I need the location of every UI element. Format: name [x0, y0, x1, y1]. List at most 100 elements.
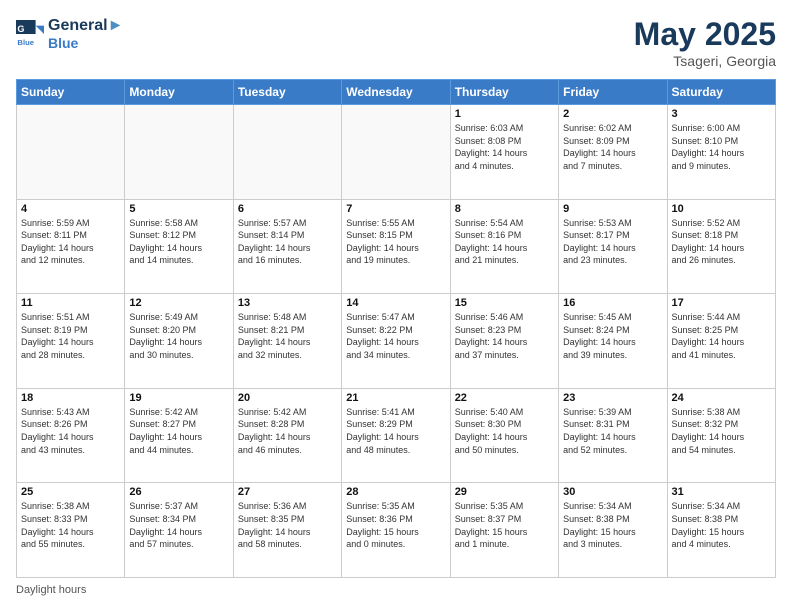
calendar-day-cell: 16 Sunrise: 5:45 AM Sunset: 8:24 PM Dayli… [559, 294, 667, 389]
calendar-day-cell: 24Sunrise: 5:38 AM Sunset: 8:32 PM Dayli… [667, 388, 775, 483]
calendar-day-cell: 23 Sunrise: 5:39 AM Sunset: 8:31 PM Dayli… [559, 388, 667, 483]
day-info: Sunrise: 5:37 AM Sunset: 8:34 PM Dayligh… [129, 500, 228, 550]
calendar-day-cell: 3Sunrise: 6:00 AM Sunset: 8:10 PM Daylig… [667, 105, 775, 200]
day-info: Sunrise: 5:52 AM Sunset: 8:18 PM Dayligh… [672, 217, 771, 267]
calendar-day-cell: 18 Sunrise: 5:43 AM Sunset: 8:26 PM Dayli… [17, 388, 125, 483]
calendar-week-row: 1 Sunrise: 6:03 AM Sunset: 8:08 PM Daylig… [17, 105, 776, 200]
day-number: 1 [455, 108, 554, 120]
day-number: 18 [21, 392, 120, 404]
day-info: Sunrise: 5:46 AM Sunset: 8:23 PM Dayligh… [455, 311, 554, 361]
day-info: Sunrise: 5:54 AM Sunset: 8:16 PM Dayligh… [455, 217, 554, 267]
calendar-day-cell: 8 Sunrise: 5:54 AM Sunset: 8:16 PM Daylig… [450, 199, 558, 294]
day-number: 9 [563, 203, 662, 215]
calendar-day-cell [125, 105, 233, 200]
calendar-header-cell: Saturday [667, 80, 775, 105]
day-number: 13 [238, 297, 337, 309]
calendar-day-cell [342, 105, 450, 200]
day-number: 14 [346, 297, 445, 309]
day-number: 11 [21, 297, 120, 309]
day-number: 19 [129, 392, 228, 404]
calendar-header-cell: Monday [125, 80, 233, 105]
day-info: Sunrise: 5:39 AM Sunset: 8:31 PM Dayligh… [563, 406, 662, 456]
day-number: 8 [455, 203, 554, 215]
day-number: 6 [238, 203, 337, 215]
calendar-day-cell: 1 Sunrise: 6:03 AM Sunset: 8:08 PM Daylig… [450, 105, 558, 200]
calendar-header-row: SundayMondayTuesdayWednesdayThursdayFrid… [17, 80, 776, 105]
calendar-week-row: 18 Sunrise: 5:43 AM Sunset: 8:26 PM Dayli… [17, 388, 776, 483]
day-number: 20 [238, 392, 337, 404]
logo-icon: G Blue [16, 20, 44, 48]
day-info: Sunrise: 5:35 AM Sunset: 8:37 PM Dayligh… [455, 500, 554, 550]
day-info: Sunrise: 5:48 AM Sunset: 8:21 PM Dayligh… [238, 311, 337, 361]
day-info: Sunrise: 5:47 AM Sunset: 8:22 PM Dayligh… [346, 311, 445, 361]
day-number: 17 [672, 297, 771, 309]
day-number: 12 [129, 297, 228, 309]
calendar-day-cell: 10 Sunrise: 5:52 AM Sunset: 8:18 PM Dayli… [667, 199, 775, 294]
svg-text:G: G [17, 24, 24, 34]
day-number: 2 [563, 108, 662, 120]
day-info: Sunrise: 5:42 AM Sunset: 8:27 PM Dayligh… [129, 406, 228, 456]
day-number: 25 [21, 486, 120, 498]
day-number: 30 [563, 486, 662, 498]
day-number: 7 [346, 203, 445, 215]
calendar-header-cell: Thursday [450, 80, 558, 105]
day-info: Sunrise: 5:38 AM Sunset: 8:32 PM Dayligh… [672, 406, 771, 456]
calendar-day-cell: 13 Sunrise: 5:48 AM Sunset: 8:21 PM Dayli… [233, 294, 341, 389]
calendar-day-cell: 22Sunrise: 5:40 AM Sunset: 8:30 PM Dayli… [450, 388, 558, 483]
page: G Blue General► Blue May 2025 Tsageri, G… [0, 0, 792, 612]
day-number: 23 [563, 392, 662, 404]
calendar-day-cell: 27Sunrise: 5:36 AM Sunset: 8:35 PM Dayli… [233, 483, 341, 578]
calendar-day-cell: 26 Sunrise: 5:37 AM Sunset: 8:34 PM Dayli… [125, 483, 233, 578]
title-block: May 2025 Tsageri, Georgia [634, 16, 776, 69]
day-info: Sunrise: 5:35 AM Sunset: 8:36 PM Dayligh… [346, 500, 445, 550]
day-number: 26 [129, 486, 228, 498]
calendar-day-cell: 7Sunrise: 5:55 AM Sunset: 8:15 PM Daylig… [342, 199, 450, 294]
day-number: 16 [563, 297, 662, 309]
month-title: May 2025 [634, 16, 776, 53]
day-number: 21 [346, 392, 445, 404]
logo-text: General► Blue [48, 16, 123, 52]
svg-text:Blue: Blue [17, 38, 34, 47]
calendar-day-cell: 30Sunrise: 5:34 AM Sunset: 8:38 PM Dayli… [559, 483, 667, 578]
calendar-day-cell: 12 Sunrise: 5:49 AM Sunset: 8:20 PM Dayli… [125, 294, 233, 389]
day-info: Sunrise: 5:41 AM Sunset: 8:29 PM Dayligh… [346, 406, 445, 456]
calendar-week-row: 11 Sunrise: 5:51 AM Sunset: 8:19 PM Dayli… [17, 294, 776, 389]
calendar-day-cell [17, 105, 125, 200]
day-info: Sunrise: 5:51 AM Sunset: 8:19 PM Dayligh… [21, 311, 120, 361]
day-number: 27 [238, 486, 337, 498]
calendar-day-cell: 9 Sunrise: 5:53 AM Sunset: 8:17 PM Daylig… [559, 199, 667, 294]
day-info: Sunrise: 5:38 AM Sunset: 8:33 PM Dayligh… [21, 500, 120, 550]
day-info: Sunrise: 5:40 AM Sunset: 8:30 PM Dayligh… [455, 406, 554, 456]
calendar-day-cell: 17 Sunrise: 5:44 AM Sunset: 8:25 PM Dayli… [667, 294, 775, 389]
calendar-table: SundayMondayTuesdayWednesdayThursdayFrid… [16, 79, 776, 578]
day-info: Sunrise: 5:49 AM Sunset: 8:20 PM Dayligh… [129, 311, 228, 361]
day-number: 10 [672, 203, 771, 215]
day-info: Sunrise: 6:02 AM Sunset: 8:09 PM Dayligh… [563, 122, 662, 172]
day-info: Sunrise: 5:44 AM Sunset: 8:25 PM Dayligh… [672, 311, 771, 361]
calendar-day-cell: 2 Sunrise: 6:02 AM Sunset: 8:09 PM Daylig… [559, 105, 667, 200]
header: G Blue General► Blue May 2025 Tsageri, G… [16, 16, 776, 69]
day-number: 5 [129, 203, 228, 215]
calendar-day-cell [233, 105, 341, 200]
calendar-header-cell: Wednesday [342, 80, 450, 105]
day-info: Sunrise: 5:45 AM Sunset: 8:24 PM Dayligh… [563, 311, 662, 361]
calendar-day-cell: 31Sunrise: 5:34 AM Sunset: 8:38 PM Dayli… [667, 483, 775, 578]
calendar-day-cell: 14 Sunrise: 5:47 AM Sunset: 8:22 PM Dayli… [342, 294, 450, 389]
calendar-header-cell: Tuesday [233, 80, 341, 105]
calendar-day-cell: 25 Sunrise: 5:38 AM Sunset: 8:33 PM Dayli… [17, 483, 125, 578]
calendar-day-cell: 11 Sunrise: 5:51 AM Sunset: 8:19 PM Dayli… [17, 294, 125, 389]
calendar-week-row: 4Sunrise: 5:59 AM Sunset: 8:11 PM Daylig… [17, 199, 776, 294]
calendar-day-cell: 29 Sunrise: 5:35 AM Sunset: 8:37 PM Dayli… [450, 483, 558, 578]
day-info: Sunrise: 5:58 AM Sunset: 8:12 PM Dayligh… [129, 217, 228, 267]
day-info: Sunrise: 5:43 AM Sunset: 8:26 PM Dayligh… [21, 406, 120, 456]
day-number: 31 [672, 486, 771, 498]
calendar-day-cell: 20Sunrise: 5:42 AM Sunset: 8:28 PM Dayli… [233, 388, 341, 483]
calendar-week-row: 25 Sunrise: 5:38 AM Sunset: 8:33 PM Dayli… [17, 483, 776, 578]
calendar-day-cell: 6Sunrise: 5:57 AM Sunset: 8:14 PM Daylig… [233, 199, 341, 294]
logo-blue-text: Blue [48, 35, 123, 52]
footer: Daylight hours [16, 584, 776, 596]
day-number: 29 [455, 486, 554, 498]
day-info: Sunrise: 6:03 AM Sunset: 8:08 PM Dayligh… [455, 122, 554, 172]
calendar-day-cell: 19 Sunrise: 5:42 AM Sunset: 8:27 PM Dayli… [125, 388, 233, 483]
day-info: Sunrise: 5:53 AM Sunset: 8:17 PM Dayligh… [563, 217, 662, 267]
